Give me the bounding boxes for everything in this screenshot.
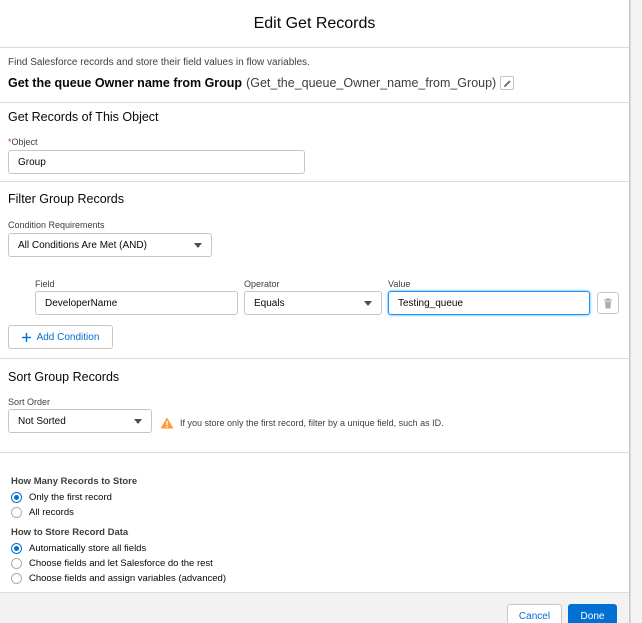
sort-order-select[interactable]: Not Sorted bbox=[8, 409, 152, 433]
object-input[interactable]: Group bbox=[8, 150, 305, 174]
value-column-label: Value bbox=[388, 279, 411, 289]
condition-value-text: Testing_queue bbox=[398, 297, 464, 309]
object-section-title: Get Records of This Object bbox=[8, 110, 159, 124]
condition-requirements-value: All Conditions Are Met (AND) bbox=[18, 239, 147, 251]
object-section: Get Records of This Object *Object Group bbox=[0, 102, 629, 182]
how-to-store-label: How to Store Record Data bbox=[11, 527, 129, 538]
condition-operator-value: Equals bbox=[254, 297, 285, 309]
condition-operator-select[interactable]: Equals bbox=[244, 291, 382, 315]
radio-option[interactable]: All records bbox=[11, 505, 611, 520]
chevron-down-icon bbox=[194, 242, 202, 248]
radio-option[interactable]: Only the first record bbox=[11, 490, 611, 505]
condition-field-input[interactable]: DeveloperName bbox=[35, 291, 238, 315]
scrollbar[interactable] bbox=[630, 0, 642, 623]
modal-header: Edit Get Records bbox=[0, 0, 629, 48]
element-api-name: (Get_the_queue_Owner_name_from_Group) bbox=[246, 76, 497, 90]
radio-label: Only the first record bbox=[29, 492, 112, 503]
edit-name-button[interactable] bbox=[500, 76, 515, 90]
object-value: Group bbox=[18, 156, 46, 168]
plus-icon bbox=[21, 332, 31, 342]
radio-label: All records bbox=[29, 507, 74, 518]
how-many-records-label: How Many Records to Store bbox=[11, 476, 138, 487]
sort-order-label: Sort Order bbox=[8, 397, 51, 407]
element-label: Get the queue Owner name from Group bbox=[8, 76, 243, 90]
object-label-text: Object bbox=[11, 137, 38, 147]
radio-label: Automatically store all fields bbox=[29, 543, 147, 554]
trash-icon bbox=[604, 297, 612, 308]
radio-option[interactable]: Choose fields and let Salesforce do the … bbox=[11, 556, 611, 571]
field-column-label: Field bbox=[35, 279, 55, 289]
element-name-line: Get the queue Owner name from Group (Get… bbox=[8, 76, 621, 90]
add-condition-button[interactable]: Add Condition bbox=[8, 325, 113, 349]
edit-get-records-modal: Edit Get Records Find Salesforce records… bbox=[0, 0, 630, 623]
condition-value-input[interactable]: Testing_queue bbox=[388, 291, 590, 315]
done-label: Done bbox=[580, 610, 605, 622]
filter-section-title: Filter Group Records bbox=[8, 192, 125, 206]
sort-order-value: Not Sorted bbox=[18, 415, 66, 427]
cancel-label: Cancel bbox=[518, 610, 551, 622]
how-to-store-group: Automatically store all fields Choose fi… bbox=[11, 541, 611, 586]
radio-button[interactable] bbox=[11, 507, 22, 518]
intro-text: Find Salesforce records and store their … bbox=[8, 57, 310, 68]
radio-option[interactable]: Choose fields and assign variables (adva… bbox=[11, 571, 611, 586]
sort-warning: If you store only the first record, filt… bbox=[160, 417, 444, 429]
condition-requirements-select[interactable]: All Conditions Are Met (AND) bbox=[8, 233, 212, 257]
chevron-down-icon bbox=[134, 418, 142, 424]
operator-column-label: Operator bbox=[244, 279, 280, 289]
condition-requirements-label: Condition Requirements bbox=[8, 220, 105, 230]
chevron-down-icon bbox=[364, 300, 372, 306]
element-intro: Find Salesforce records and store their … bbox=[0, 48, 629, 90]
radio-button[interactable] bbox=[11, 543, 22, 554]
radio-option[interactable]: Automatically store all fields bbox=[11, 541, 611, 556]
done-button[interactable]: Done bbox=[568, 604, 617, 623]
sort-section-title: Sort Group Records bbox=[8, 370, 120, 384]
delete-condition-button[interactable] bbox=[597, 292, 619, 314]
radio-label: Choose fields and assign variables (adva… bbox=[29, 573, 226, 584]
modal-footer: Cancel Done bbox=[0, 592, 629, 623]
cancel-button[interactable]: Cancel bbox=[507, 604, 562, 623]
filter-section: Filter Group Records Condition Requireme… bbox=[0, 182, 629, 359]
radio-button[interactable] bbox=[11, 492, 22, 503]
radio-button[interactable] bbox=[11, 573, 22, 584]
sort-warning-text: If you store only the first record, filt… bbox=[180, 418, 444, 428]
sort-section: Sort Group Records Sort Order Not Sorted… bbox=[0, 359, 629, 453]
pencil-icon bbox=[503, 79, 511, 87]
object-field-label: *Object bbox=[8, 137, 38, 147]
condition-field-value: DeveloperName bbox=[45, 297, 118, 309]
modal-title: Edit Get Records bbox=[253, 14, 376, 32]
warning-icon bbox=[160, 417, 174, 429]
how-many-records-group: Only the first record All records bbox=[11, 490, 611, 520]
radio-label: Choose fields and let Salesforce do the … bbox=[29, 558, 213, 569]
store-section: How Many Records to Store Only the first… bbox=[11, 476, 611, 586]
add-condition-label: Add Condition bbox=[36, 331, 100, 343]
radio-button[interactable] bbox=[11, 558, 22, 569]
